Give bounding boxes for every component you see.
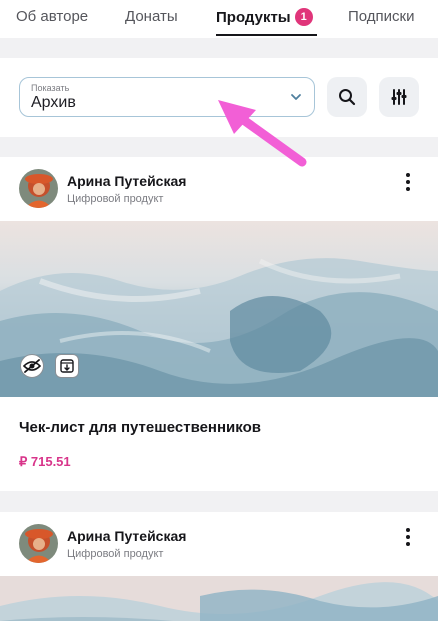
author-name[interactable]: Арина Путейская (67, 173, 186, 189)
product-type: Цифровой продукт (67, 548, 164, 560)
avatar[interactable] (19, 169, 58, 208)
product-card: Арина Путейская Цифровой продукт (0, 157, 438, 491)
download-button[interactable] (55, 354, 79, 378)
eye-off-icon (23, 359, 41, 373)
search-button[interactable] (327, 77, 367, 117)
product-card: Арина Путейская Цифровой продукт (0, 512, 438, 621)
more-options-button[interactable] (400, 527, 416, 547)
active-tab-indicator (216, 34, 317, 36)
products-count-badge: 1 (294, 8, 313, 26)
avatar[interactable] (19, 524, 58, 563)
more-options-button[interactable] (400, 172, 416, 192)
show-select-value: Архив (31, 94, 76, 111)
tab-bar: Об авторе Донаты Продукты 1 Подписки (0, 0, 438, 38)
pointer-arrow-annotation (218, 100, 307, 167)
search-icon (339, 89, 356, 106)
product-title[interactable]: Чек-лист для путешественников (19, 419, 261, 436)
hidden-toggle-button[interactable] (20, 354, 44, 378)
product-price: ₽ 715.51 (19, 454, 71, 469)
tab-subscriptions[interactable]: Подписки (348, 8, 415, 25)
product-cover-image[interactable] (0, 576, 438, 621)
author-name[interactable]: Арина Путейская (67, 528, 186, 544)
filter-settings-button[interactable] (379, 77, 419, 117)
product-type: Цифровой продукт (67, 193, 164, 205)
tab-products[interactable]: Продукты 1 (216, 8, 313, 26)
tab-about[interactable]: Об авторе (16, 8, 88, 25)
download-icon (60, 359, 74, 373)
show-select-label: Показать (31, 83, 70, 93)
filter-sliders-icon (391, 89, 407, 105)
tab-products-label: Продукты (216, 9, 291, 26)
tab-donates[interactable]: Донаты (125, 8, 178, 25)
